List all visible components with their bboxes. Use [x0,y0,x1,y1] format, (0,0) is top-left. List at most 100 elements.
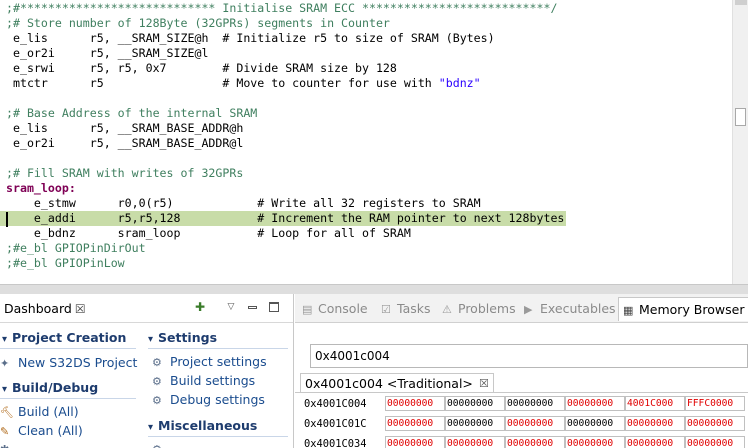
memory-cell[interactable]: 00000000 [505,436,565,448]
divider [0,348,136,349]
code-line[interactable]: mtctr r5 # Move to counter for use with … [0,76,728,91]
link-label: New S32DS Project [18,355,138,370]
code-line[interactable]: e_lis r5, __SRAM_BASE_ADDR@h [0,121,728,136]
memory-cell[interactable]: 00000000 [565,416,625,431]
debug-settings-icon: ⚙ [152,394,162,407]
tab-memory-browser[interactable]: ▦ Memory Browser [618,297,748,321]
memory-cell[interactable]: 00000000 [565,396,625,411]
code-text: e_stmw r0,0(r5) # Write all 32 registers… [6,196,481,210]
clean-all-link[interactable]: ✎ Clean (All) [0,423,83,440]
memory-row[interactable]: 0x4001C004 00000000 00000000 00000000 000000… [295,394,745,414]
memory-cell[interactable]: 00000000 [385,436,445,448]
memory-cell[interactable]: 00000000 [565,436,625,448]
memory-cell[interactable]: FFFC0000 [685,396,745,411]
rendering-tab[interactable]: 0x4001c004 <Traditional> ☒ [300,373,494,393]
memory-cell[interactable]: 00000000 [505,416,565,431]
views-tabbar: ▤ Console ☑ Tasks ⚠ Problems ▶ Executables ▦… [295,294,748,323]
code-line[interactable]: ;#e_bl GPIOPinLow [0,256,728,271]
problems-icon: ⚠ [442,303,452,316]
code-line[interactable]: sram_loop: [0,181,728,196]
overview-ruler-mark [735,0,747,5]
code-line[interactable]: e_srwi r5, r5, 0x7 # Divide SRAM size by… [0,61,728,76]
section-settings[interactable]: ▾ Settings [148,330,217,348]
new-project-icon: ✦ [0,357,10,370]
code-line[interactable]: e_stmw r0,0(r5) # Write all 32 registers… [0,196,728,211]
link-label: Clean (All) [18,423,83,438]
section-title: Miscellaneous [158,418,258,433]
new-wizard-icon[interactable]: ✚ [192,299,208,315]
code-line[interactable] [0,151,728,166]
debug-icon: ✱ [0,442,18,448]
tab-tasks[interactable]: ☑ Tasks [381,297,431,321]
code-line[interactable]: ;# Base Address of the internal SRAM [0,106,728,121]
memory-cell[interactable]: 00000000 [385,396,445,411]
dashboard-tabbar: Dashboard ☒ ✚ ▽ [0,294,293,323]
memory-cell[interactable]: 00000000 [685,416,745,431]
code-line[interactable] [0,91,728,106]
memory-cell[interactable]: 00000000 [625,416,685,431]
code-text: ;#e_bl GPIOPinDirOut [6,241,146,255]
code-line[interactable]: ;# Store number of 128Byte (32GPRs) segm… [0,16,728,31]
tasks-icon: ☑ [381,303,391,316]
code-text: e_lis r5, __SRAM_SIZE@h # Initialize r5 … [6,31,495,45]
code-lines[interactable]: ;#**************************** Initialis… [0,1,728,271]
memory-icon: ▦ [623,304,634,317]
close-icon[interactable]: ☒ [75,302,86,316]
executables-icon: ▶ [524,303,533,316]
memory-cell[interactable]: 00000000 [385,416,445,431]
tab-dashboard[interactable]: Dashboard ☒ [0,297,92,323]
section-miscellaneous[interactable]: ▾ Miscellaneous [148,418,257,436]
code-line[interactable]: e_lis r5, __SRAM_SIZE@h # Initialize r5 … [0,31,728,46]
code-line[interactable]: e_or2i r5, __SRAM_BASE_ADDR@l [0,136,728,151]
section-build-debug[interactable]: ▾ Build/Debug [2,380,98,398]
memory-table[interactable]: 0x4001C004 00000000 00000000 00000000 000000… [295,394,745,448]
tab-label: Executables [540,301,616,316]
memory-cell[interactable]: 00000000 [685,436,745,448]
memory-cell[interactable]: 4001C000 [625,396,685,411]
source-editor[interactable]: ;#**************************** Initialis… [0,0,748,284]
view-menu-icon[interactable]: ▽ [223,299,239,315]
build-all-link[interactable]: 🔨︎ Build (All) [0,404,79,421]
debug-settings-link[interactable]: ⚙ Debug settings [152,392,265,409]
memory-row[interactable]: 0x4001C01C 00000000 00000000 00000000 000000… [295,414,745,434]
code-line[interactable]: e_bdnz sram_loop # Loop for all of SRAM [0,226,728,241]
section-project-creation[interactable]: ▾ Project Creation [2,330,126,348]
tab-console[interactable]: ▤ Console [302,297,368,321]
divider [0,398,136,399]
clean-icon: ✎ [0,425,10,438]
project-settings-link[interactable]: ⚙ Project settings [152,354,267,371]
memory-cell[interactable]: 00000000 [445,436,505,448]
memory-cell[interactable]: 00000000 [505,396,565,411]
code-line[interactable]: ;# Fill SRAM with writes of 32GPRs [0,166,728,181]
editor-vertical-scrollbar[interactable] [732,0,748,284]
memory-address: 0x4001C01C [304,418,367,430]
debug-link-partial[interactable]: ✱ [0,441,18,448]
code-text: mtctr r5 # Move to counter for use with [6,76,439,90]
code-text: e_addi r5,r5,128 # Increment the RAM poi… [6,211,565,225]
code-text: ;#e_bl GPIOPinLow [6,256,125,270]
tab-problems[interactable]: ⚠ Problems [442,297,516,321]
code-line-current[interactable]: e_addi r5,r5,128 # Increment the RAM poi… [0,211,566,226]
minimize-icon[interactable] [245,299,261,315]
close-icon[interactable]: ☒ [479,374,489,393]
panel-splitter[interactable] [0,284,748,294]
link-label: Debug settings [170,392,265,407]
scrollbar-thumb[interactable] [735,108,746,126]
memory-row[interactable]: 0x4001C034 00000000 00000000 00000000 000000… [295,434,745,448]
new-s32ds-project-link[interactable]: ✦ New S32DS Project [0,355,137,372]
rendering-tab-label: 0x4001c004 <Traditional> [305,376,473,391]
code-line[interactable]: ;#e_bl GPIOPinDirOut [0,241,728,256]
code-text: e_or2i r5, __SRAM_BASE_ADDR@l [6,136,244,150]
memory-address-input[interactable] [310,344,748,368]
misc-link-partial[interactable]: ⚙ [152,441,170,448]
code-line[interactable]: ;#**************************** Initialis… [0,1,728,16]
memory-cell[interactable]: 00000000 [445,396,505,411]
build-settings-link[interactable]: ⚙ Build settings [152,373,255,390]
tab-executables[interactable]: ▶ Executables [524,297,616,321]
maximize-icon[interactable] [266,299,282,315]
memory-cell[interactable]: 00000000 [625,436,685,448]
memory-cell[interactable]: 00000000 [445,416,505,431]
code-line[interactable]: e_or2i r5, __SRAM_SIZE@l [0,46,728,61]
code-text: e_srwi r5, r5, 0x7 # Divide SRAM size by… [6,61,397,75]
collapse-toggle-icon: ▾ [148,334,154,345]
